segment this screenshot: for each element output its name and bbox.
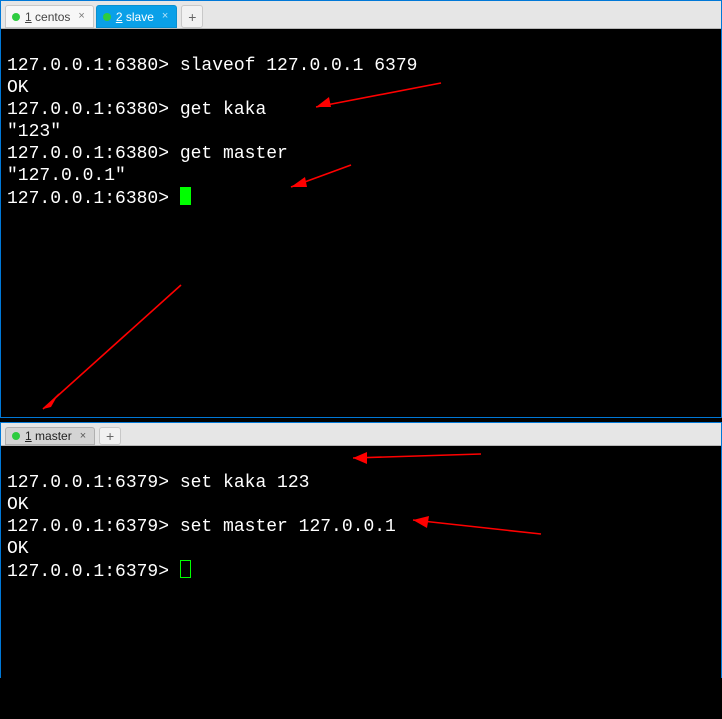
- annotation-arrow-icon: [341, 444, 491, 474]
- cursor-icon: [180, 560, 191, 578]
- prompt: 127.0.0.1:6379>: [7, 562, 180, 582]
- plus-icon: +: [106, 429, 114, 443]
- prompt: 127.0.0.1:6380>: [7, 56, 180, 76]
- terminal-output-bottom[interactable]: 127.0.0.1:6379> set kaka 123 OK 127.0.0.…: [1, 446, 721, 719]
- command: slaveof 127.0.0.1 6379: [180, 56, 418, 76]
- command: get kaka: [180, 100, 266, 120]
- close-icon[interactable]: ×: [162, 11, 168, 22]
- prompt: 127.0.0.1:6380>: [7, 189, 180, 209]
- close-icon[interactable]: ×: [78, 11, 84, 22]
- output-line: "127.0.0.1": [7, 166, 126, 186]
- tab-bar-top: 1 centos × 2 slave × +: [1, 1, 721, 29]
- output-line: "123": [7, 122, 61, 142]
- tab-bar-bottom: 1 master × +: [1, 423, 721, 446]
- tab-hotkey: 2: [116, 10, 123, 24]
- tab-hotkey: 1: [25, 10, 32, 24]
- command: set master 127.0.0.1: [180, 517, 396, 537]
- prompt: 127.0.0.1:6380>: [7, 144, 180, 164]
- terminal-output-top[interactable]: 127.0.0.1:6380> slaveof 127.0.0.1 6379 O…: [1, 29, 721, 417]
- output-line: OK: [7, 78, 29, 98]
- status-dot-icon: [12, 432, 20, 440]
- command: set kaka 123: [180, 473, 310, 493]
- annotation-arrow-icon: [301, 77, 451, 117]
- command: get master: [180, 144, 288, 164]
- output-line: OK: [7, 539, 29, 559]
- status-dot-icon: [12, 13, 20, 21]
- prompt: 127.0.0.1:6380>: [7, 100, 180, 120]
- terminal-pane-bottom: 1 master × + 127.0.0.1:6379> set kaka 12…: [0, 422, 722, 678]
- close-icon[interactable]: ×: [80, 431, 86, 442]
- annotation-arrow-icon: [31, 279, 191, 419]
- prompt: 127.0.0.1:6379>: [7, 517, 180, 537]
- tab-master[interactable]: 1 master ×: [5, 427, 95, 445]
- tab-centos[interactable]: 1 centos ×: [5, 5, 94, 28]
- tab-slave[interactable]: 2 slave ×: [96, 5, 177, 28]
- output-line: OK: [7, 495, 29, 515]
- annotation-arrow-icon: [281, 159, 361, 199]
- new-tab-button[interactable]: +: [99, 427, 121, 445]
- annotation-arrow-icon: [401, 506, 551, 546]
- tab-label: slave: [123, 10, 154, 24]
- prompt: 127.0.0.1:6379>: [7, 473, 180, 493]
- tab-label: centos: [32, 10, 71, 24]
- tab-label: master: [32, 429, 72, 443]
- tab-hotkey: 1: [25, 429, 32, 443]
- cursor-icon: [180, 187, 191, 205]
- new-tab-button[interactable]: +: [181, 5, 203, 28]
- status-dot-icon: [103, 13, 111, 21]
- plus-icon: +: [188, 10, 196, 24]
- terminal-pane-top: 1 centos × 2 slave × + 127.0.0.1:6380> s…: [0, 0, 722, 418]
